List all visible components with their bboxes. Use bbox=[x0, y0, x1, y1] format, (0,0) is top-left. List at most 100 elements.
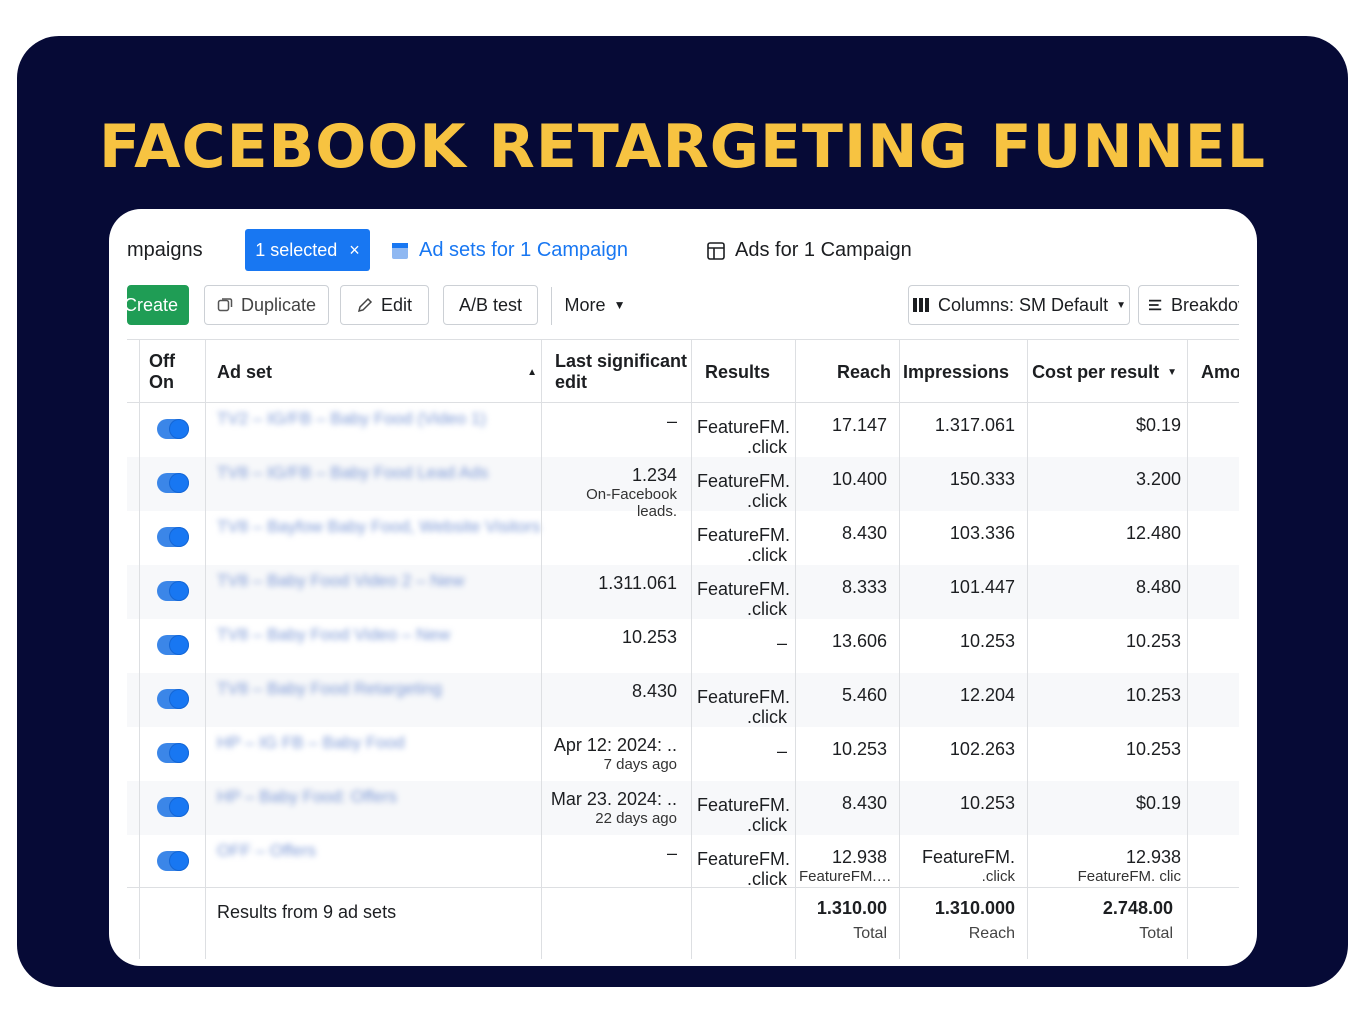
on-off-toggle[interactable] bbox=[157, 527, 189, 547]
table-row[interactable]: OFF – Offers – FeatureFM. .click 12.938 Featu… bbox=[127, 835, 1239, 889]
last-edit-cell: 1.311.061 bbox=[547, 565, 677, 619]
table-footer: Results from 9 ad sets 1.310.00 Total 1.… bbox=[127, 887, 1239, 959]
edit-label: Edit bbox=[380, 294, 413, 315]
impressions-value: 1.317.061 bbox=[934, 415, 1015, 435]
reach-value: 8.430 bbox=[841, 523, 887, 543]
sort-up-icon: ▲ bbox=[527, 366, 537, 378]
last-edit-sub: 22 days ago bbox=[595, 810, 677, 827]
ads-icon bbox=[707, 241, 725, 260]
results-cell: – bbox=[697, 727, 787, 781]
ad-set-name[interactable]: HP – IG FB – Baby Food bbox=[217, 733, 405, 753]
edit-button[interactable]: Edit bbox=[340, 285, 429, 325]
ad-set-name[interactable]: TV8 – Baby Food Video 2 – New bbox=[217, 571, 464, 591]
header-results[interactable]: Results bbox=[705, 340, 795, 404]
header-last-edit[interactable]: Last significant edit bbox=[555, 340, 695, 404]
last-edit-cell: Apr 12: 2024: .. 7 days ago bbox=[547, 727, 677, 781]
header-off: Off bbox=[149, 351, 175, 371]
table-row[interactable]: HP – Baby Food: Offers Mar 23. 2024: .. 22… bbox=[127, 781, 1239, 835]
impressions-cell: 150.333 bbox=[903, 457, 1015, 511]
table-row[interactable]: TV8 – Baby Food Retargeting 8.430 FeatureF… bbox=[127, 673, 1239, 727]
breakdown-label: Breakdov bbox=[1170, 294, 1239, 315]
header-last-edit-2: edit bbox=[555, 372, 588, 392]
header-impressions[interactable]: Impressions bbox=[899, 340, 1009, 404]
on-off-toggle[interactable] bbox=[157, 797, 189, 817]
on-off-toggle[interactable] bbox=[157, 581, 189, 601]
tab-campaigns[interactable]: mpaigns bbox=[127, 239, 203, 262]
results-line-1: FeatureFM. bbox=[697, 525, 791, 545]
last-edit-cell: 8.430 bbox=[547, 673, 677, 727]
header-cost-per-result[interactable]: Cost per result ▼ bbox=[1027, 340, 1177, 404]
cost-cell: 10.253 bbox=[1031, 727, 1181, 781]
table-row[interactable]: TV8 – Bayfow Baby Food, Website Visitors… bbox=[127, 511, 1239, 565]
columns-button[interactable]: Columns: SM Default ▼ bbox=[908, 285, 1130, 325]
reach-value: 10.400 bbox=[831, 469, 887, 489]
table-row[interactable]: TV2 – IG/FB – Baby Food (Video 1) – Featur… bbox=[127, 403, 1239, 457]
last-edit-value: – bbox=[666, 411, 677, 431]
reach-cell: 8.430 bbox=[799, 511, 887, 565]
close-icon[interactable]: × bbox=[349, 240, 360, 261]
on-off-toggle[interactable] bbox=[157, 743, 189, 763]
ad-set-name[interactable]: OFF – Offers bbox=[217, 841, 316, 861]
impressions-cell: 101.447 bbox=[903, 565, 1015, 619]
tab-ad-sets[interactable]: Ad sets for 1 Campaign bbox=[391, 239, 628, 262]
reach-cell: 10.253 bbox=[799, 727, 887, 781]
pencil-icon bbox=[357, 297, 373, 313]
column-divider bbox=[795, 339, 796, 959]
impressions-cell: 10.253 bbox=[903, 619, 1015, 673]
ab-test-button[interactable]: A/B test bbox=[443, 285, 538, 325]
ad-set-name[interactable]: TV8 – Bayfow Baby Food, Website Visitors bbox=[217, 517, 540, 537]
create-button[interactable]: Create bbox=[127, 285, 189, 325]
on-off-toggle[interactable] bbox=[157, 473, 189, 493]
results-cell: FeatureFM. .click bbox=[697, 781, 790, 835]
duplicate-button[interactable]: Duplicate bbox=[204, 285, 329, 325]
on-off-toggle[interactable] bbox=[157, 635, 189, 655]
last-edit-value: 10.253 bbox=[621, 627, 677, 647]
breakdown-button[interactable]: Breakdov bbox=[1138, 285, 1239, 325]
header-reach[interactable]: Reach bbox=[797, 340, 891, 404]
results-line-2: .click bbox=[747, 707, 787, 727]
on-off-toggle[interactable] bbox=[157, 851, 189, 871]
results-line-2: .click bbox=[747, 599, 787, 619]
last-edit-value: 1.234 bbox=[631, 465, 677, 485]
ad-set-name[interactable]: TV8 – IG/FB – Baby Food Lead Ads bbox=[217, 463, 488, 483]
header-on: On bbox=[149, 372, 174, 392]
last-edit-cell: 1.234 On-Facebook leads. bbox=[547, 457, 677, 520]
more-label: More bbox=[564, 294, 606, 315]
cost-value: 10.253 bbox=[1125, 631, 1181, 651]
toolbar-divider bbox=[551, 287, 552, 325]
selected-pill[interactable]: 1 selected × bbox=[245, 229, 370, 271]
results-cell: FeatureFM. .click bbox=[697, 673, 790, 727]
table-row[interactable]: TV8 – IG/FB – Baby Food Lead Ads 1.234 On-… bbox=[127, 457, 1239, 520]
on-off-toggle[interactable] bbox=[157, 419, 189, 439]
ad-sets-icon bbox=[392, 242, 408, 259]
cost-value: 12.480 bbox=[1125, 523, 1181, 543]
on-off-toggle[interactable] bbox=[157, 689, 189, 709]
ad-set-name[interactable]: TV8 – Baby Food Retargeting bbox=[217, 679, 442, 699]
column-divider bbox=[1027, 339, 1028, 959]
table-row[interactable]: HP – IG FB – Baby Food Apr 12: 2024: .. 7 … bbox=[127, 727, 1239, 781]
ad-set-name[interactable]: HP – Baby Food: Offers bbox=[217, 787, 397, 807]
cost-cell: 8.480 bbox=[1031, 565, 1181, 619]
ad-set-name[interactable]: TV2 – IG/FB – Baby Food (Video 1) bbox=[217, 409, 486, 429]
header-ad-set[interactable]: Ad set ▲ bbox=[217, 340, 537, 404]
tab-ads[interactable]: Ads for 1 Campaign bbox=[707, 239, 912, 262]
footer-impr-label: Reach bbox=[968, 925, 1015, 942]
impressions-sub: .click bbox=[981, 868, 1015, 885]
ad-set-name[interactable]: TV8 – Baby Food Video – New bbox=[217, 625, 450, 645]
more-button[interactable]: More ▼ bbox=[553, 285, 637, 325]
reach-cell: 12.938 FeatureFM.… bbox=[799, 835, 892, 889]
table-row[interactable]: TV8 – Baby Food Video 2 – New 1.311.061 Fe… bbox=[127, 565, 1239, 619]
header-amount[interactable]: Amo bbox=[1201, 340, 1239, 404]
impressions-value: 102.263 bbox=[949, 739, 1015, 759]
caret-down-icon: ▼ bbox=[1116, 299, 1126, 311]
cost-value: 3.200 bbox=[1135, 469, 1181, 489]
last-edit-value: – bbox=[666, 843, 677, 863]
column-divider bbox=[899, 339, 900, 959]
impressions-value: 103.336 bbox=[949, 523, 1015, 543]
cost-value: 12.938 bbox=[1125, 847, 1181, 867]
footer-cost: 2.748.00 Total bbox=[1027, 898, 1173, 943]
reach-value: 10.253 bbox=[831, 739, 887, 759]
ad-sets-table: Off On Ad set ▲ Last significant edit Re… bbox=[127, 339, 1239, 959]
last-edit-cell: Mar 23. 2024: .. 22 days ago bbox=[547, 781, 677, 835]
table-row[interactable]: TV8 – Baby Food Video – New 10.253 – 13.606… bbox=[127, 619, 1239, 673]
